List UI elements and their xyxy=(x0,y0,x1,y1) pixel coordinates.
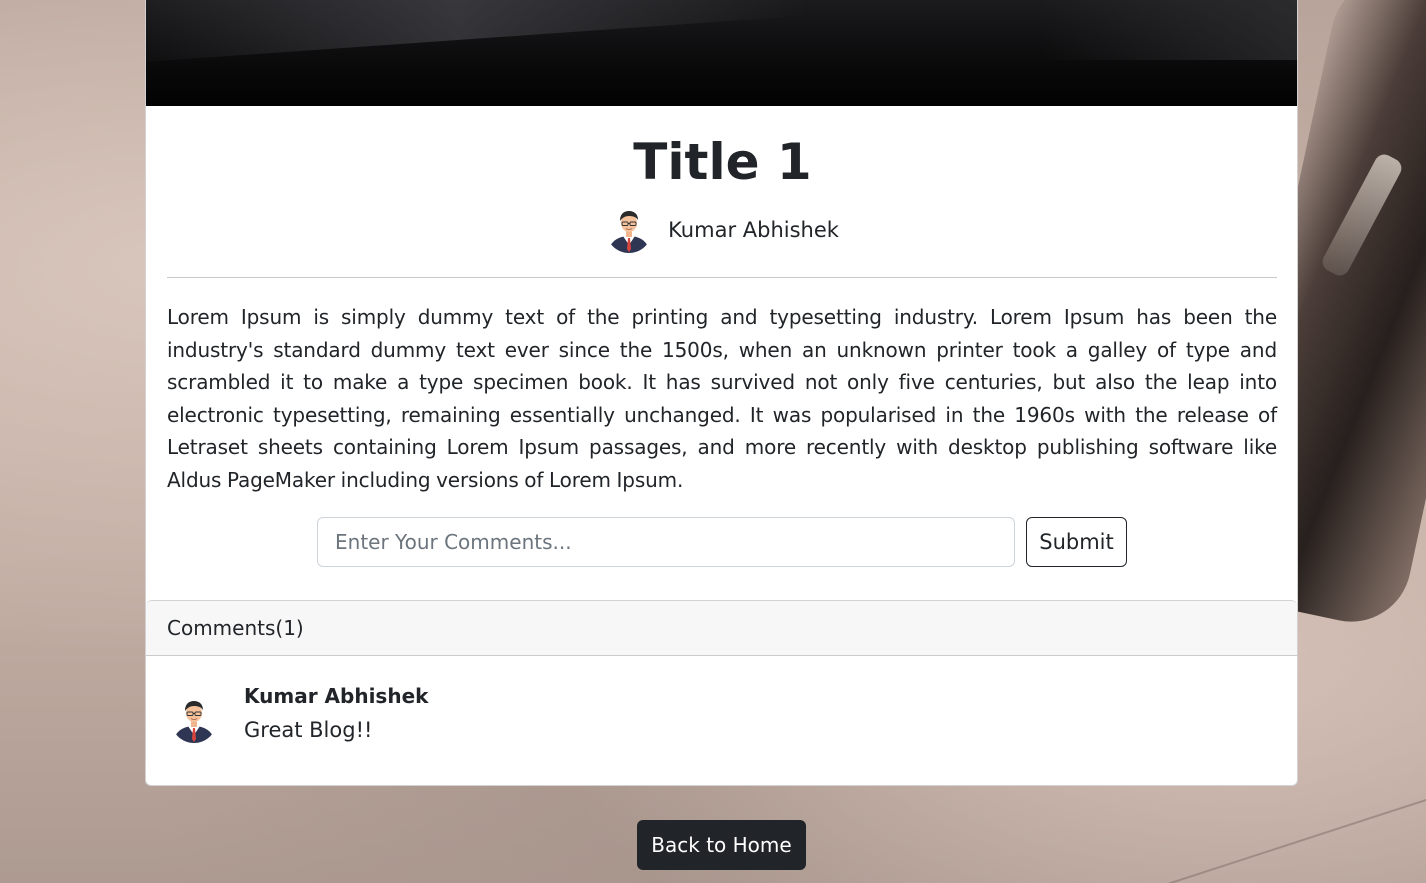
submit-button[interactable]: Submit xyxy=(1026,517,1127,567)
comment-input[interactable] xyxy=(317,517,1015,567)
comment-text: Great Blog!! xyxy=(244,718,373,742)
comment-content: Kumar Abhishek Great Blog!! xyxy=(244,683,428,744)
author-name: Kumar Abhishek xyxy=(668,218,839,242)
post-author: Kumar Abhishek xyxy=(146,207,1297,253)
blog-post-card: Title 1 Kumar Abhishek Lorem Ipsum is si… xyxy=(145,0,1298,786)
comment-author: Kumar Abhishek xyxy=(244,684,429,708)
comments-count-label: Comments(1) xyxy=(167,616,304,640)
background-line xyxy=(1094,795,1426,883)
comments-header: Comments(1) xyxy=(146,601,1297,656)
comment-item: Kumar Abhishek Great Blog!! xyxy=(171,683,428,744)
post-title: Title 1 xyxy=(633,133,812,191)
comment-form: Submit xyxy=(317,517,1127,567)
author-avatar-icon xyxy=(606,207,652,253)
commenter-avatar-icon xyxy=(171,697,217,743)
post-cover-image xyxy=(146,0,1297,106)
post-body: Lorem Ipsum is simply dummy text of the … xyxy=(167,305,1277,492)
comments-section: Comments(1) Kumar Abhishek Great Blog!! xyxy=(146,600,1297,785)
title-divider xyxy=(167,277,1277,278)
back-to-home-button[interactable]: Back to Home xyxy=(637,820,806,870)
